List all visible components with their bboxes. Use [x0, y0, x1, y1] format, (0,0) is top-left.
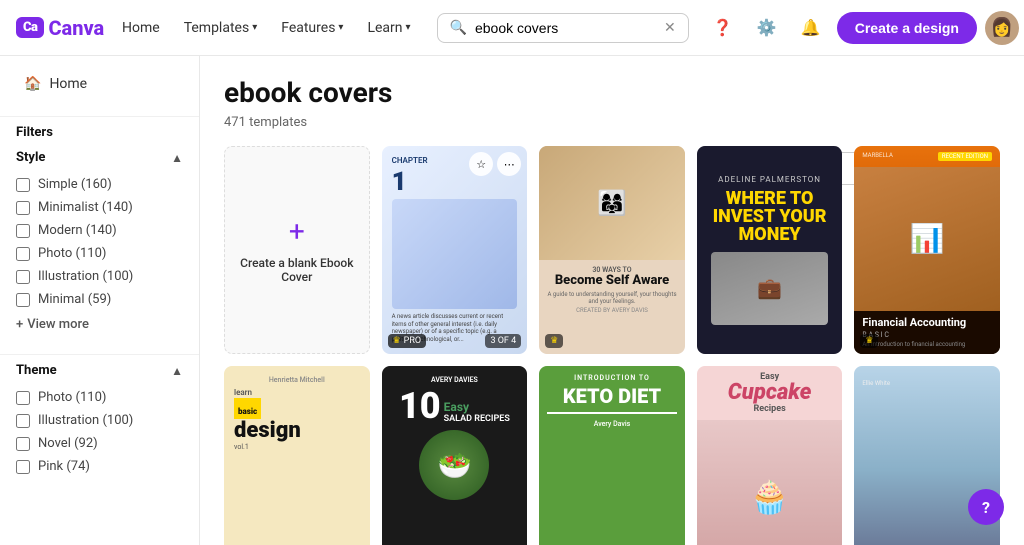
help-icon: ❓ [713, 18, 733, 37]
template-card-salad[interactable]: AVERY DAVIES 10 Easy SALAD RECIPES 🥗 ♛ [382, 366, 528, 545]
filter-illustration-checkbox[interactable] [16, 270, 30, 284]
filter-theme-photo-checkbox[interactable] [16, 391, 30, 405]
template-card-chapter1[interactable]: CHAPTER 1 A news article discusses curre… [382, 146, 528, 354]
learn-chevron-icon: ▾ [406, 22, 411, 33]
template-grid: + Create a blank Ebook Cover CHAPTER 1 A… [224, 146, 1000, 545]
style-section-header: Style ▲ [16, 150, 183, 165]
card-chapter1-actions: ☆ ⋯ [469, 152, 521, 176]
bell-icon: 🔔 [801, 18, 821, 37]
filter-modern[interactable]: Modern (140) [16, 219, 183, 242]
filter-minimal[interactable]: Minimal (59) [16, 288, 183, 311]
filters-header: Filters [16, 125, 183, 140]
search-bar: 🔍 ✕ [437, 13, 689, 43]
theme-filter-list: Photo (110) Illustration (100) Novel (92… [16, 386, 183, 478]
features-chevron-icon: ▾ [338, 22, 343, 33]
card-keto-design: INTRODUCTION TO KETO DIET Avery Davis [539, 366, 685, 545]
create-plus-icon: + [289, 215, 305, 248]
filter-simple[interactable]: Simple (160) [16, 173, 183, 196]
template-card-self-aware[interactable]: 👩‍👩‍👧 30 WAYS TO Become Self Aware A gui… [539, 146, 685, 354]
theme-collapse-icon[interactable]: ▲ [171, 364, 183, 378]
home-icon: 🏠 [24, 76, 41, 92]
question-mark-icon: ? [982, 498, 990, 517]
content-header: ebook covers Templates Your projects [224, 76, 1000, 109]
templates-chevron-icon: ▾ [252, 22, 257, 33]
sidebar: 🏠 Home Filters Style ▲ Simple (160) [0, 56, 200, 545]
crown-icon: ♛ [865, 336, 873, 346]
style-collapse-icon[interactable]: ▲ [171, 151, 183, 165]
filter-photo-checkbox[interactable] [16, 247, 30, 261]
crown-badge-self-aware: ♛ [545, 334, 563, 348]
style-filter-list: Simple (160) Minimalist (140) Modern (14… [16, 173, 183, 311]
crown-icon: ♛ [550, 336, 558, 346]
help-circle-button[interactable]: ❓ [705, 10, 741, 46]
theme-section-header: Theme ▲ [16, 363, 183, 378]
clear-search-icon[interactable]: ✕ [664, 20, 676, 36]
header-icons: ❓ ⚙️ 🔔 Create a design 👩 [705, 10, 1019, 46]
avatar-image: 👩 [991, 17, 1013, 38]
nav-learn[interactable]: Learn ▾ [357, 14, 420, 42]
filters-title: Filters [16, 125, 53, 140]
template-card-invest[interactable]: ADELINE PALMERSTON WHERE TOINVEST YOURMO… [697, 146, 843, 354]
filter-minimalist[interactable]: Minimalist (140) [16, 196, 183, 219]
header: Ca Canva Home Templates ▾ Features ▾ Lea… [0, 0, 1024, 56]
notifications-button[interactable]: 🔔 [793, 10, 829, 46]
template-card-basic-design[interactable]: Henrietta Mitchell learn basic design vo… [224, 366, 370, 545]
canva-logo[interactable]: Ca Canva [16, 16, 96, 40]
card-basic-design-render: Henrietta Mitchell learn basic design vo… [224, 366, 370, 545]
filter-photo[interactable]: Photo (110) [16, 242, 183, 265]
nav-features[interactable]: Features ▾ [271, 14, 353, 42]
filter-theme-illustration-checkbox[interactable] [16, 414, 30, 428]
card-cupcake-design: Easy Cupcake Recipes 🧁 [697, 366, 843, 545]
filter-theme-pink[interactable]: Pink (74) [16, 455, 183, 478]
filters-section: Filters Style ▲ Simple (160) Minimalist … [0, 116, 199, 346]
main-layout: 🏠 Home Filters Style ▲ Simple (160) [0, 56, 1024, 545]
filter-minimal-checkbox[interactable] [16, 293, 30, 307]
card-chapter1-design: CHAPTER 1 A news article discusses curre… [382, 146, 528, 354]
filter-minimalist-checkbox[interactable] [16, 201, 30, 215]
card-self-aware-design: 👩‍👩‍👧 30 WAYS TO Become Self Aware A gui… [539, 146, 685, 354]
theme-section: Theme ▲ Photo (110) Illustration (100) N… [0, 354, 199, 486]
filter-illustration[interactable]: Illustration (100) [16, 265, 183, 288]
template-card-cupcake[interactable]: Easy Cupcake Recipes 🧁 [697, 366, 843, 545]
plus-icon: + [16, 317, 23, 332]
page-count-badge: 3 OF 4 [485, 334, 521, 348]
card-invest-design: ADELINE PALMERSTON WHERE TOINVEST YOURMO… [697, 146, 843, 354]
filter-theme-illustration[interactable]: Illustration (100) [16, 409, 183, 432]
more-options-button[interactable]: ⋯ [497, 152, 521, 176]
nav-home[interactable]: Home [112, 14, 170, 42]
notifications-button-wrap: 🔔 [793, 10, 829, 46]
content-area: ebook covers Templates Your projects 471… [200, 56, 1024, 545]
view-more-style[interactable]: + View more [16, 311, 183, 338]
card-finance-design: MARBELLA RECENT EDITION 📊 Financial Acco… [854, 146, 1000, 354]
crown-badge-finance: ♛ [860, 334, 878, 348]
create-blank-label: Create a blank Ebook Cover [225, 256, 369, 284]
gear-icon: ⚙️ [757, 18, 777, 37]
filter-theme-novel-checkbox[interactable] [16, 437, 30, 451]
crown-icon: ♛ [393, 336, 401, 346]
help-button[interactable]: ? [968, 489, 1004, 525]
search-icon: 🔍 [450, 20, 467, 36]
template-card-keto[interactable]: INTRODUCTION TO KETO DIET Avery Davis [539, 366, 685, 545]
filter-theme-novel[interactable]: Novel (92) [16, 432, 183, 455]
settings-button[interactable]: ⚙️ [749, 10, 785, 46]
search-input[interactable] [475, 20, 656, 36]
page-title: ebook covers [224, 76, 1000, 109]
pro-badge: ♛ PRO [388, 334, 427, 348]
bookmark-button[interactable]: ☆ [469, 152, 493, 176]
sidebar-home-item[interactable]: 🏠 Home [8, 68, 191, 100]
filter-simple-checkbox[interactable] [16, 178, 30, 192]
create-blank-card[interactable]: + Create a blank Ebook Cover [224, 146, 370, 354]
nav-templates[interactable]: Templates ▾ [174, 14, 268, 42]
filter-theme-photo[interactable]: Photo (110) [16, 386, 183, 409]
user-avatar[interactable]: 👩 [985, 11, 1019, 45]
card-salad-design: AVERY DAVIES 10 Easy SALAD RECIPES 🥗 [382, 366, 528, 545]
filter-modern-checkbox[interactable] [16, 224, 30, 238]
create-design-button[interactable]: Create a design [837, 12, 977, 44]
template-card-financial[interactable]: MARBELLA RECENT EDITION 📊 Financial Acco… [854, 146, 1000, 354]
template-count: 471 templates [224, 115, 1000, 130]
main-nav: Home Templates ▾ Features ▾ Learn ▾ [112, 14, 421, 42]
filter-theme-pink-checkbox[interactable] [16, 460, 30, 474]
